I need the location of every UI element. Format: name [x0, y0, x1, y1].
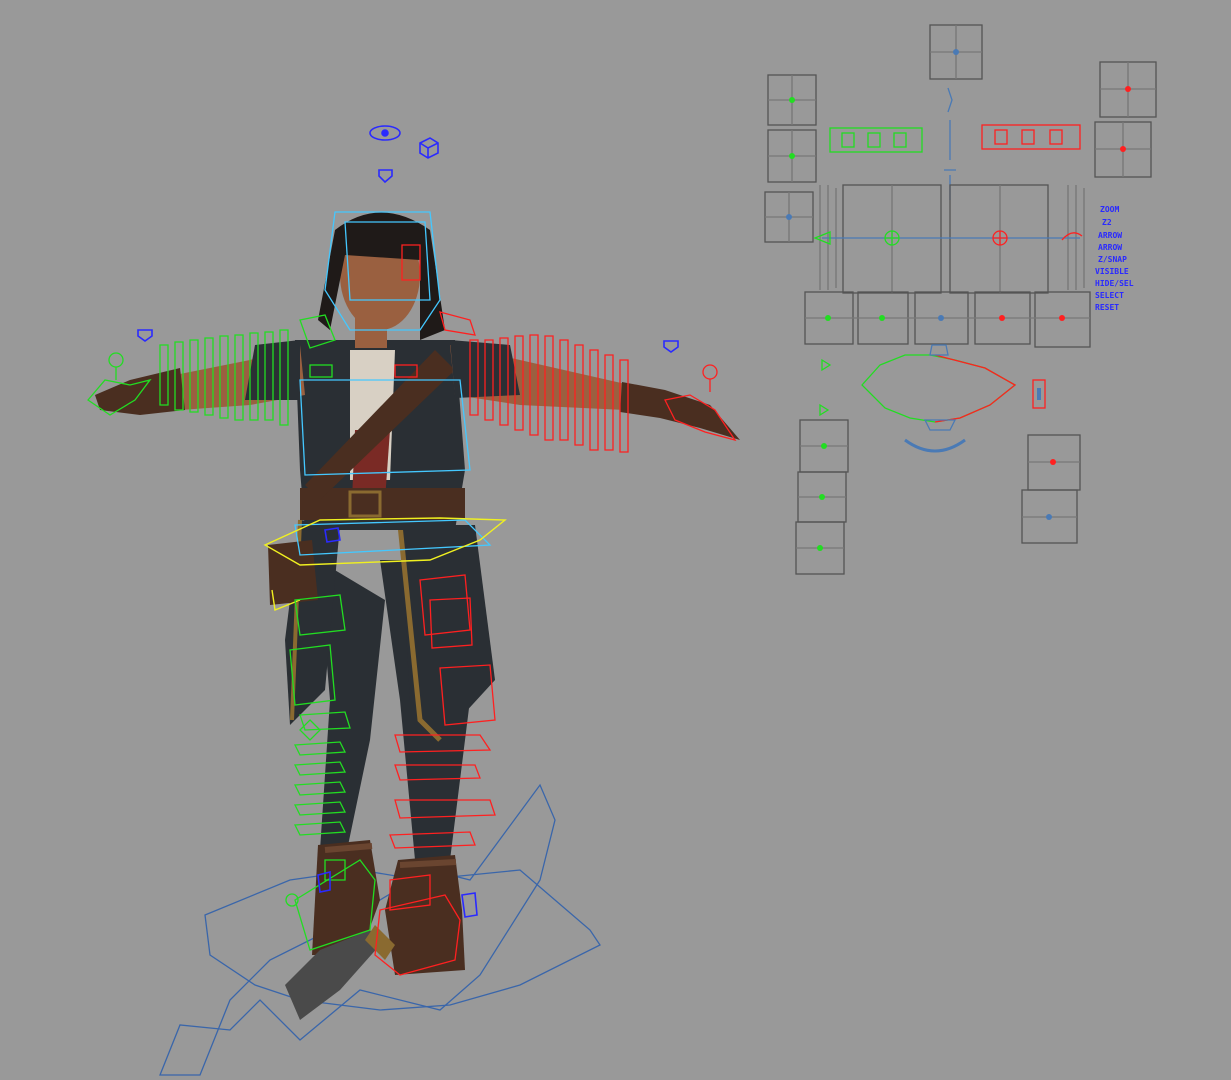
picker-label-zsnap[interactable]: Z/SNAP	[1098, 255, 1127, 264]
picker-label-visible[interactable]: VISIBLE	[1095, 267, 1129, 276]
left-glove	[95, 368, 185, 415]
cube-icon[interactable]	[419, 137, 439, 159]
picker-left-clav[interactable]	[829, 127, 923, 153]
left-hand-ik-control[interactable]	[108, 352, 124, 368]
picker-label-zoom[interactable]: ZOOM	[1100, 205, 1119, 214]
picker-right-leg[interactable]	[1021, 434, 1081, 544]
picker-body-block[interactable]	[819, 184, 1085, 294]
picker-panel: ZOOM Z2 ARROW ARROW Z/SNAP VISIBLE HIDE/…	[764, 24, 1157, 575]
right-glove	[620, 382, 740, 440]
scene-canvas[interactable]: ZOOM Z2 ARROW ARROW Z/SNAP VISIBLE HIDE/…	[0, 0, 1231, 1080]
picker-hip-row[interactable]	[804, 291, 1091, 348]
right-boot	[385, 855, 465, 975]
heart-icon[interactable]	[378, 169, 393, 184]
satchel	[268, 540, 318, 605]
left-heart-icon[interactable]	[137, 329, 153, 342]
picker-right-fingers[interactable]	[1094, 61, 1157, 178]
maya-viewport[interactable]: ZOOM Z2 ARROW ARROW Z/SNAP VISIBLE HIDE/…	[0, 0, 1231, 1080]
picker-right-clav[interactable]	[981, 124, 1081, 150]
picker-face-ring[interactable]	[861, 344, 1046, 453]
picker-label-select[interactable]: SELECT	[1095, 291, 1124, 300]
right-shoulder-control[interactable]	[439, 311, 476, 336]
picker-labels[interactable]: ZOOM Z2 ARROW ARROW Z/SNAP VISIBLE HIDE/…	[1095, 205, 1134, 312]
character-mesh	[95, 212, 740, 1020]
picker-label-hidesel[interactable]: HIDE/SEL	[1095, 279, 1134, 288]
right-hand-ik-control[interactable]	[702, 364, 718, 380]
picker-label-arrow-1[interactable]: ARROW	[1098, 231, 1122, 240]
picker-label-reset[interactable]: RESET	[1095, 303, 1119, 312]
picker-label-arrow-2[interactable]: ARROW	[1098, 243, 1122, 252]
picker-label-z2[interactable]: Z2	[1102, 218, 1112, 227]
right-heart-icon[interactable]	[663, 340, 679, 353]
